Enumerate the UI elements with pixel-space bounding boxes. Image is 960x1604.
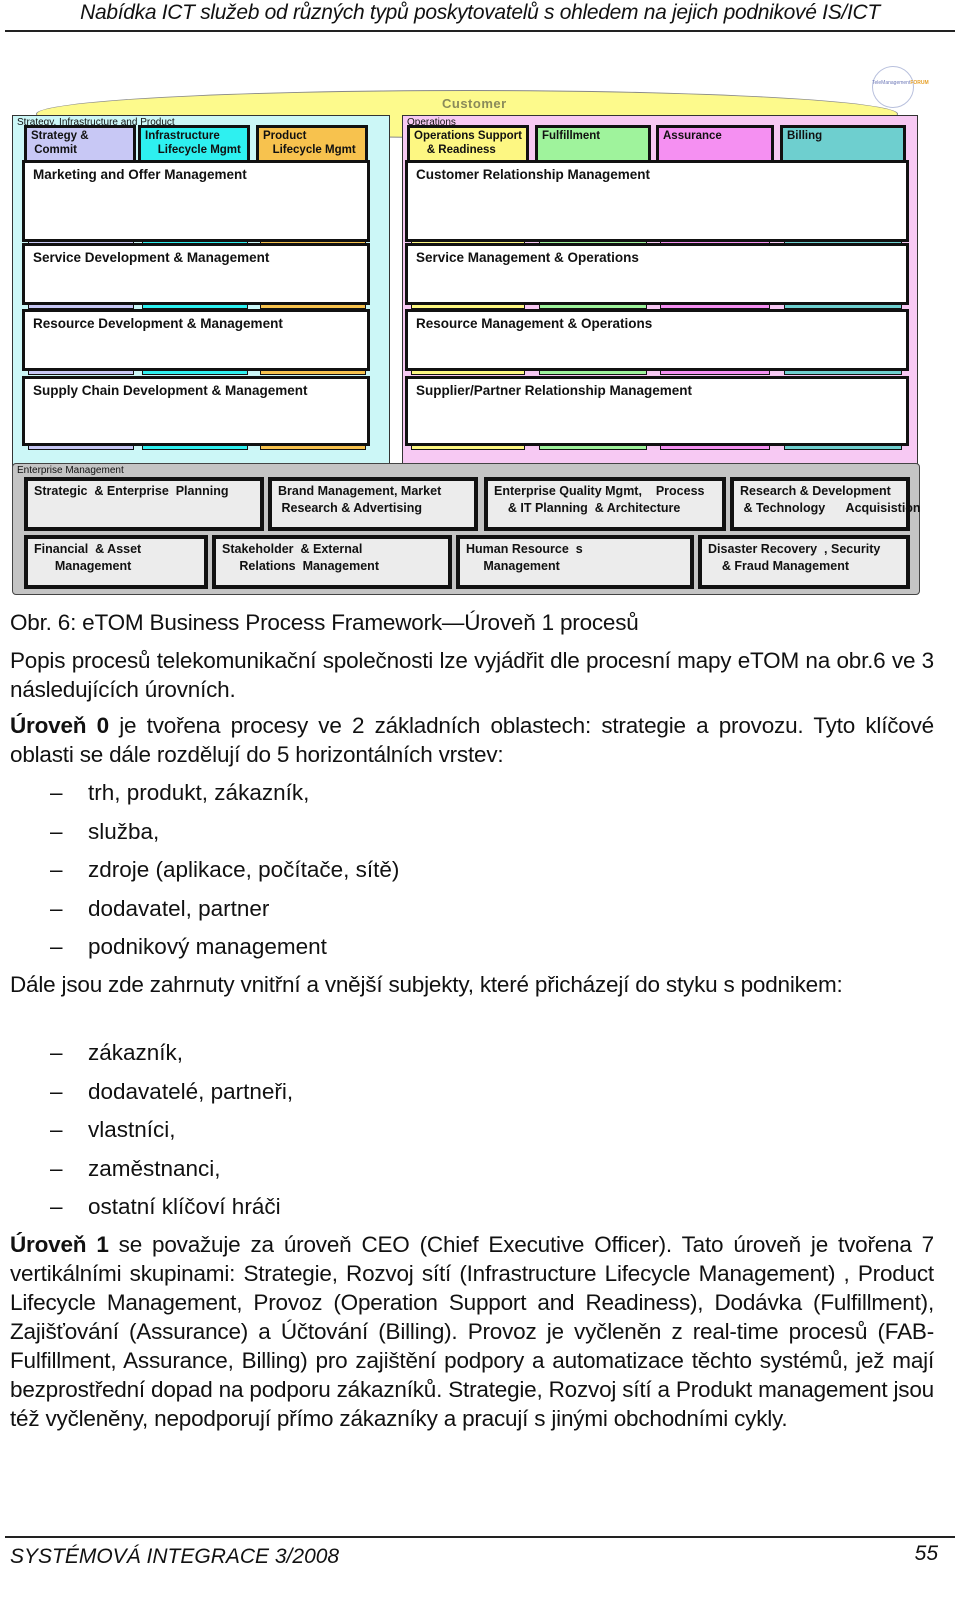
paragraph-subjects: Dále jsou zde zahrnuty vnitřní a vnější …	[10, 972, 843, 997]
paragraph-level0: Úroveň 0 je tvořena procesy ve 2 základn…	[10, 713, 934, 767]
paragraph-level1: Úroveň 1 se považuje za úroveň CEO (Chie…	[10, 1232, 934, 1431]
sip-layer-0: Marketing and Offer Management	[22, 160, 370, 242]
sip-stripe	[260, 445, 366, 450]
header-rule	[5, 30, 955, 32]
list-item: – dodavatelé, partneři,	[50, 1073, 293, 1112]
ops-stripe	[784, 370, 902, 375]
list-item: – zdroje (aplikace, počítače, sítě)	[50, 851, 399, 890]
dash-bullet-icon: –	[50, 895, 63, 921]
list-item: – dodavatel, partner	[50, 890, 399, 929]
list-item-text: zákazník,	[88, 1040, 184, 1065]
tmforum-logo-icon	[872, 66, 914, 108]
dash-bullet-icon: –	[50, 818, 63, 844]
list-item-text: trh, produkt, zákazník,	[88, 780, 310, 805]
dash-bullet-icon: –	[50, 1040, 63, 1065]
dash-bullet-icon: –	[50, 1117, 63, 1142]
list-item-text: dodavatelé, partneři,	[88, 1078, 294, 1104]
em-box-row2-1: Stakeholder & External Relations Managem…	[212, 535, 452, 589]
running-header: Nabídka ICT služeb od různých typů posky…	[80, 1, 880, 24]
sip-vertical-1: Infrastructure Lifecycle Mgmt	[138, 125, 250, 163]
dash-bullet-icon: –	[50, 1155, 63, 1181]
dash-bullet-icon: –	[50, 857, 63, 882]
ops-vertical-1: Fulfillment	[535, 125, 651, 163]
em-box-row2-3: Disaster Recovery , Security & Fraud Man…	[698, 535, 910, 589]
dash-bullet-icon: –	[50, 934, 63, 959]
em-box-row1-2: Enterprise Quality Mgmt, Process & IT Pl…	[484, 477, 726, 531]
figure-caption: Obr. 6: eTOM Business Process Framework—…	[10, 610, 639, 635]
ops-stripe	[411, 370, 525, 375]
dash-bullet-icon: –	[50, 1078, 63, 1104]
sip-vertical-0: Strategy & Commit	[24, 125, 136, 163]
list-item: – trh, produkt, zákazník,	[50, 774, 399, 813]
ops-layer-2: Resource Management & Operations	[405, 309, 909, 371]
list-item: – vlastníci,	[50, 1111, 293, 1150]
em-box-row2-2: Human Resource s Management	[456, 535, 694, 589]
dash-bullet-icon: –	[50, 1194, 63, 1219]
ops-stripe	[660, 370, 770, 375]
ops-vertical-2: Assurance	[656, 125, 774, 163]
etom-diagram: Customer TeleManagementFORUM Strategy, I…	[0, 60, 960, 612]
sip-stripe	[142, 445, 248, 450]
level1-heading: Úroveň 1	[10, 1232, 109, 1257]
sip-stripe	[28, 370, 134, 375]
list-item-text: dodavatel, partner	[88, 895, 270, 921]
journal-name: SYSTÉMOVÁ INTEGRACE 3/2008	[10, 1545, 340, 1568]
page-number: 55	[914, 1542, 938, 1565]
list-item-text: podnikový management	[88, 934, 327, 959]
ops-layer-0: Customer Relationship Management	[405, 160, 909, 242]
list-item-text: vlastníci,	[88, 1117, 176, 1142]
sip-layer-1: Service Development & Management	[22, 243, 370, 305]
sip-vertical-2: Product Lifecycle Mgmt	[256, 125, 368, 163]
paragraph-intro: Popis procesů telekomunikační společnost…	[10, 648, 934, 702]
ops-layer-3: Supplier/Partner Relationship Management	[405, 376, 909, 446]
list-item-text: ostatní klíčoví hráči	[88, 1194, 281, 1219]
sip-layer-2: Resource Development & Management	[22, 309, 370, 371]
em-box-row1-3: Research & Development & Technology Acqu…	[730, 477, 921, 531]
ops-stripe	[660, 445, 770, 450]
list-item-text: zdroje (aplikace, počítače, sítě)	[88, 857, 400, 882]
sip-layer-3: Supply Chain Development & Management	[22, 376, 370, 446]
em-box-row2-0: Financial & Asset Management	[24, 535, 208, 589]
sip-stripe	[260, 370, 366, 375]
level0-heading: Úroveň 0	[10, 713, 109, 738]
ops-stripe	[539, 370, 647, 375]
list-item: – služba,	[50, 813, 399, 852]
list-item: – ostatní klíčoví hráči	[50, 1188, 293, 1227]
layers-list: – trh, produkt, zákazník, – služba, – zdroje …	[50, 774, 399, 967]
list-item: – zákazník,	[50, 1034, 293, 1073]
sip-stripe	[28, 445, 134, 450]
footer-rule	[5, 1536, 955, 1538]
enterprise-management-label: Enterprise Management	[17, 465, 124, 476]
em-box-row1-1: Brand Management, Market Research & Adve…	[268, 477, 478, 531]
ops-stripe	[411, 445, 525, 450]
list-item-text: služba,	[88, 818, 160, 844]
list-item: – podnikový management	[50, 928, 399, 967]
ops-stripe	[784, 445, 902, 450]
list-item-text: zaměstnanci,	[88, 1155, 221, 1181]
dash-bullet-icon: –	[50, 780, 63, 805]
subjects-list: – zákazník, – dodavatelé, partneři, – vlastní…	[50, 1034, 293, 1227]
ops-stripe	[539, 445, 647, 450]
em-box-row1-0: Strategic & Enterprise Planning	[24, 477, 264, 531]
list-item: – zaměstnanci,	[50, 1150, 293, 1189]
ops-vertical-3: Billing	[780, 125, 906, 163]
ops-layer-1: Service Management & Operations	[405, 243, 909, 305]
customer-label: Customer	[442, 96, 507, 111]
logo-text: TeleManagementFORUM	[872, 80, 929, 86]
ops-vertical-0: Operations Support & Readiness	[407, 125, 529, 163]
sip-stripe	[142, 370, 248, 375]
